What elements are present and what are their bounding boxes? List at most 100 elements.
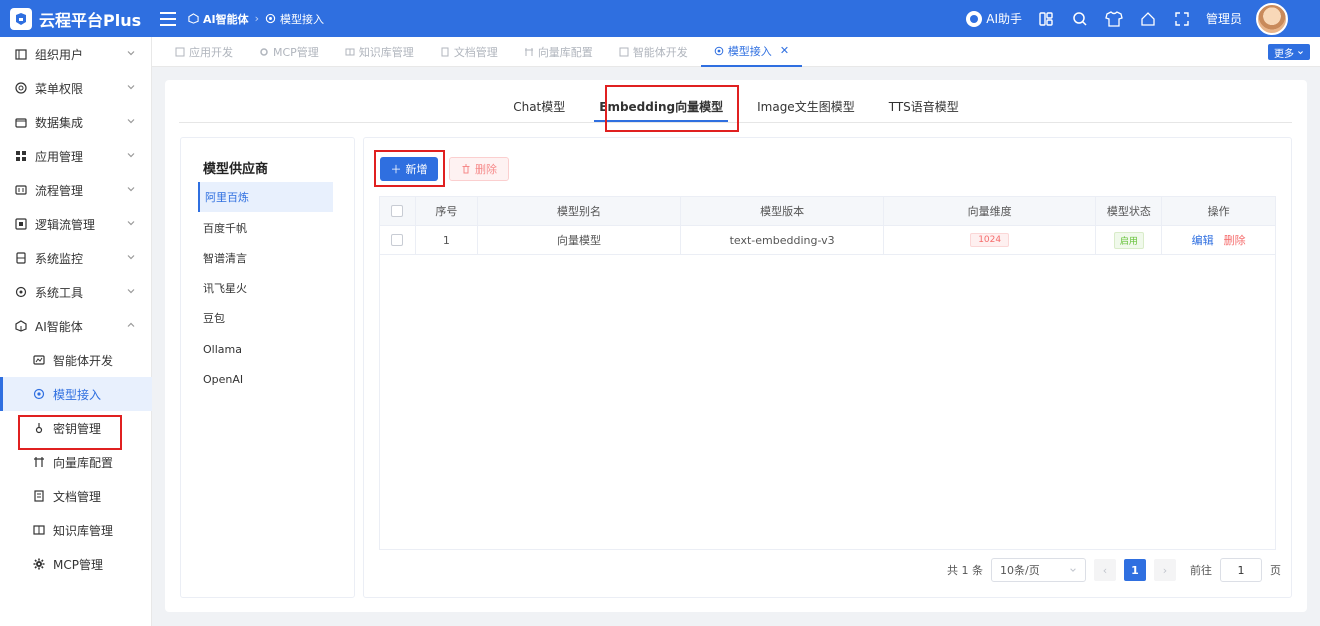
- tab-label: 应用开发: [189, 45, 233, 59]
- add-button[interactable]: ＋ 新增: [380, 157, 438, 181]
- tab-label: 文档管理: [453, 45, 498, 59]
- menu-icon: [15, 82, 27, 94]
- sidebar-subitem-vector[interactable]: 向量库配置: [0, 445, 152, 479]
- table-row: 1 向量模型 text-embedding-v3 1024 启用 编辑 删除: [380, 226, 1275, 255]
- sidebar-item-label: 知识库管理: [53, 523, 114, 538]
- chevron-down-icon: [1070, 568, 1076, 572]
- chevron-down-icon: [1298, 50, 1303, 54]
- sidebar-item-monitor[interactable]: 系统监控: [0, 241, 152, 275]
- breadcrumb-item-ai[interactable]: AI智能体: [188, 11, 249, 27]
- provider-item-aliyun[interactable]: 阿里百炼: [198, 182, 333, 212]
- tools-icon: [15, 286, 27, 298]
- provider-item-openai[interactable]: OpenAI: [198, 364, 333, 394]
- home-icon[interactable]: [1138, 9, 1158, 29]
- sidebar-item-ai[interactable]: AI智能体: [0, 309, 152, 343]
- avatar[interactable]: [1256, 2, 1288, 35]
- cell-status: 启用: [1096, 226, 1163, 254]
- tab-label: MCP管理: [273, 45, 319, 59]
- book-icon: [345, 48, 355, 55]
- model-icon: [714, 46, 724, 55]
- top-header: 云程平台Plus AI智能体 › 模型接入 AI助手 管理员: [0, 0, 1320, 37]
- more-button[interactable]: 更多: [1268, 44, 1310, 60]
- tab-chat-model[interactable]: Chat模型: [496, 90, 582, 122]
- sidebar-item-label: 模型接入: [53, 387, 102, 402]
- tab-mcp[interactable]: MCP管理: [246, 37, 332, 67]
- sidebar-item-flow[interactable]: 流程管理: [0, 173, 152, 207]
- fullscreen-icon[interactable]: [1172, 9, 1192, 29]
- sidebar-subitem-agent[interactable]: 智能体开发: [0, 343, 152, 377]
- ai-icon: [188, 13, 199, 24]
- search-icon[interactable]: [1070, 9, 1090, 29]
- doc-icon: [441, 47, 449, 56]
- chevron-down-icon: [127, 221, 135, 226]
- provider-item-doubao[interactable]: 豆包: [198, 303, 333, 333]
- sidebar-item-label: 系统监控: [35, 251, 84, 266]
- sidebar-item-logic[interactable]: 逻辑流管理: [0, 207, 152, 241]
- sidebar-item-label: 文档管理: [53, 489, 102, 504]
- model-list-panel: ＋ 新增 删除 序号 模型别名 模型版本 向量维度 模型状态 操作 1 向量模型…: [363, 137, 1292, 598]
- sidebar-item-label: MCP管理: [53, 557, 103, 572]
- next-page-button[interactable]: ›: [1154, 559, 1176, 581]
- sidebar-item-tools[interactable]: 系统工具: [0, 275, 152, 309]
- user-name[interactable]: 管理员: [1206, 10, 1242, 27]
- sidebar-subitem-model[interactable]: 模型接入: [0, 377, 152, 411]
- delete-link[interactable]: 删除: [1224, 232, 1246, 248]
- breadcrumb-separator: ›: [254, 12, 260, 25]
- header-actions: 操作: [1207, 205, 1230, 218]
- header-status: 模型状态: [1096, 197, 1163, 225]
- sidebar-item-app[interactable]: 应用管理: [0, 139, 152, 173]
- sidebar-item-menu[interactable]: 菜单权限: [0, 71, 152, 105]
- provider-item-baidu[interactable]: 百度千帆: [198, 213, 333, 243]
- sidebar-item-label: AI智能体: [35, 319, 83, 334]
- tab-doc[interactable]: 文档管理: [427, 37, 511, 67]
- page-size-select[interactable]: 10条/页: [991, 558, 1086, 582]
- sidebar: 组织用户 菜单权限 数据集成 应用管理 流程管理 逻辑流管理 系统监控 系统工具…: [0, 37, 152, 626]
- provider-item-ollama[interactable]: Ollama: [198, 334, 333, 364]
- tab-model[interactable]: 模型接入 ✕: [700, 37, 803, 67]
- provider-item-zhipu[interactable]: 智谱清言: [198, 243, 333, 273]
- edit-link[interactable]: 编辑: [1192, 232, 1214, 248]
- ai-assistant-icon: [966, 10, 983, 27]
- sidebar-subitem-mcp[interactable]: MCP管理: [0, 547, 152, 581]
- page-size-value: 10条/页: [1000, 564, 1040, 577]
- page-number-1[interactable]: 1: [1124, 559, 1146, 581]
- breadcrumb-item-model: 模型接入: [265, 11, 324, 27]
- sidebar-subitem-book[interactable]: 知识库管理: [0, 513, 152, 547]
- sidebar-item-label: 数据集成: [35, 115, 84, 130]
- sidebar-item-label: 向量库配置: [53, 455, 114, 470]
- sidebar-subitem-doc[interactable]: 文档管理: [0, 479, 152, 513]
- doc-icon: [175, 47, 185, 56]
- tab-label: 智能体开发: [632, 45, 688, 59]
- table-header: 序号 模型别名 模型版本 向量维度 模型状态 操作: [380, 197, 1275, 226]
- layout-icon[interactable]: [1036, 9, 1056, 29]
- header-index: 序号: [416, 197, 478, 225]
- row-checkbox[interactable]: [391, 234, 404, 246]
- cell-index: 1: [416, 226, 478, 254]
- ai-assistant-button[interactable]: AI助手: [966, 10, 1022, 27]
- provider-item-xunfei[interactable]: 讯飞星火: [198, 273, 333, 303]
- delete-label: 删除: [475, 163, 497, 176]
- sidebar-item-label: 系统工具: [35, 285, 84, 300]
- tab-app-dev[interactable]: 应用开发: [162, 37, 246, 67]
- tab-knowledge[interactable]: 知识库管理: [332, 37, 427, 67]
- tab-tts-model[interactable]: TTS语音模型: [872, 90, 976, 122]
- doc-icon: [34, 490, 44, 502]
- brand[interactable]: 云程平台Plus: [0, 0, 152, 37]
- prev-page-button[interactable]: ‹: [1094, 559, 1116, 581]
- tab-agent[interactable]: 智能体开发: [606, 37, 701, 67]
- select-all-checkbox[interactable]: [391, 205, 404, 217]
- menu-toggle-icon[interactable]: [160, 11, 176, 26]
- monitor-icon: [16, 252, 26, 264]
- shirt-icon[interactable]: [1104, 9, 1124, 29]
- close-icon[interactable]: ✕: [780, 44, 789, 57]
- cell-actions: 编辑 删除: [1162, 226, 1275, 254]
- tab-image-model[interactable]: Image文生图模型: [740, 90, 872, 122]
- main-card: Chat模型 Embedding向量模型 Image文生图模型 TTS语音模型 …: [165, 80, 1307, 612]
- chevron-up-icon: [127, 322, 135, 327]
- sidebar-item-org[interactable]: 组织用户: [0, 37, 152, 71]
- tab-vector[interactable]: 向量库配置: [511, 37, 606, 67]
- provider-title: 模型供应商: [203, 162, 269, 177]
- goto-page-input[interactable]: 1: [1220, 558, 1262, 582]
- sidebar-item-data[interactable]: 数据集成: [0, 105, 152, 139]
- delete-button[interactable]: 删除: [449, 157, 509, 181]
